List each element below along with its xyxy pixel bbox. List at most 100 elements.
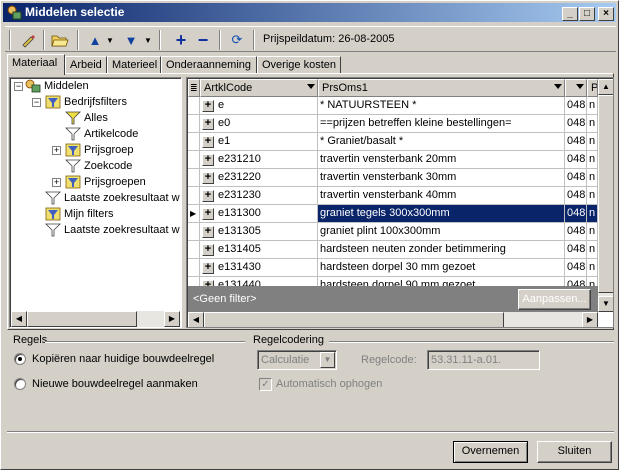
new-radio[interactable]: [14, 378, 26, 390]
column-chooser-icon[interactable]: ≣: [188, 79, 200, 97]
code-field[interactable]: 53.31.11-a.01.: [427, 350, 540, 370]
expand-row-icon[interactable]: +: [202, 190, 214, 202]
expand-row-icon[interactable]: +: [202, 154, 214, 166]
table-row[interactable]: + e131405 hardsteen neuten zonder betimmer…: [188, 241, 598, 259]
grid-horizontal-scrollbar[interactable]: ◀ ▶: [188, 312, 598, 327]
p-cell[interactable]: n: [587, 97, 598, 115]
tree-item-zoekcode[interactable]: Zoekcode: [65, 158, 132, 174]
table-row[interactable]: + e0 ==prijzen betreffen kleine bestelling…: [188, 115, 598, 133]
p-cell[interactable]: n: [587, 169, 598, 187]
description-cell[interactable]: graniet plint 100x300mm: [318, 223, 565, 241]
tree-item-laatste-zoekresultaat[interactable]: Laatste zoekresultaat w: [45, 190, 180, 206]
p-cell[interactable]: n: [587, 205, 598, 223]
code-cell[interactable]: + e131405: [200, 241, 318, 259]
open-folder-icon[interactable]: [49, 29, 71, 51]
new-option-label[interactable]: Nieuwe bouwdeelregel aanmaken: [32, 378, 198, 390]
table-row[interactable]: + e231230 travertin vensterbank 40mm 048 n: [188, 187, 598, 205]
add-icon[interactable]: +: [171, 29, 191, 51]
code-cell[interactable]: + e231220: [200, 169, 318, 187]
scroll-up-icon[interactable]: ▲: [598, 79, 613, 95]
move-up-icon[interactable]: ▲: [85, 29, 105, 51]
tab-arbeid[interactable]: Arbeid: [65, 56, 107, 74]
description-cell[interactable]: hardsteen neuten zonder betimmering: [318, 241, 565, 259]
group-cell[interactable]: 048: [565, 223, 587, 241]
group-cell[interactable]: 048: [565, 259, 587, 277]
copy-radio[interactable]: [14, 353, 26, 365]
tab-overige-kosten[interactable]: Overige kosten: [257, 56, 341, 74]
description-cell[interactable]: * NATUURSTEEN *: [318, 97, 565, 115]
table-row[interactable]: + e * NATUURSTEEN * 048 n: [188, 97, 598, 115]
expand-row-icon[interactable]: +: [202, 118, 214, 130]
table-row[interactable]: + e231210 travertin vensterbank 20mm 048 n: [188, 151, 598, 169]
tab-onderaanneming[interactable]: Onderaanneming: [161, 56, 257, 74]
code-cell[interactable]: + e131430: [200, 259, 318, 277]
table-row[interactable]: + e131305 graniet plint 100x300mm 048 n: [188, 223, 598, 241]
scroll-thumb[interactable]: [598, 95, 613, 293]
group-cell[interactable]: 048: [565, 241, 587, 259]
coding-type-select[interactable]: Calculatie ▼: [257, 350, 337, 370]
p-cell[interactable]: n: [587, 133, 598, 151]
maximize-button[interactable]: □: [579, 7, 595, 21]
expand-icon[interactable]: +: [52, 178, 61, 187]
scroll-down-icon[interactable]: ▼: [598, 296, 613, 312]
table-row[interactable]: + e131430 hardsteen dorpel 30 mm gezoet 048…: [188, 259, 598, 277]
auto-increment-checkbox[interactable]: ✓: [259, 378, 272, 391]
description-cell[interactable]: travertin vensterbank 20mm: [318, 151, 565, 169]
table-row[interactable]: + e1 * Graniet/basalt * 048 n: [188, 133, 598, 151]
minimize-button[interactable]: _: [562, 7, 578, 21]
group-cell[interactable]: 048: [565, 205, 587, 223]
p-cell[interactable]: n: [587, 115, 598, 133]
scroll-right-icon[interactable]: ▶: [164, 311, 180, 327]
code-cell[interactable]: + e131305: [200, 223, 318, 241]
code-cell[interactable]: + e231210: [200, 151, 318, 169]
expand-row-icon[interactable]: +: [202, 262, 214, 274]
scroll-left-icon[interactable]: ◀: [11, 311, 27, 327]
group-cell[interactable]: 048: [565, 97, 587, 115]
expand-row-icon[interactable]: +: [202, 208, 214, 220]
tree-item-laatste-zoekresultaat[interactable]: Laatste zoekresultaat w: [45, 222, 180, 238]
code-cell[interactable]: + e0: [200, 115, 318, 133]
description-cell[interactable]: * Graniet/basalt *: [318, 133, 565, 151]
group-cell[interactable]: 048: [565, 169, 587, 187]
chevron-down-icon[interactable]: ▼: [143, 29, 153, 51]
p-cell[interactable]: n: [587, 187, 598, 205]
group-cell[interactable]: 048: [565, 151, 587, 169]
code-cell[interactable]: + e231230: [200, 187, 318, 205]
refresh-icon[interactable]: ⟳: [227, 29, 247, 51]
expand-row-icon[interactable]: +: [202, 244, 214, 256]
copy-option-label[interactable]: Kopiëren naar huidige bouwdeelregel: [32, 353, 214, 365]
edit-pen-icon[interactable]: [17, 29, 39, 51]
p-cell[interactable]: n: [587, 223, 598, 241]
collapse-icon[interactable]: −: [32, 98, 41, 107]
p-cell[interactable]: n: [587, 259, 598, 277]
tree-item-middelen[interactable]: Middelen: [25, 78, 89, 94]
remove-icon[interactable]: −: [193, 29, 213, 51]
code-cell[interactable]: + e131300: [200, 205, 318, 223]
tab-materieel[interactable]: Materieel: [107, 56, 161, 74]
group-cell[interactable]: 048: [565, 115, 587, 133]
table-row[interactable]: ▶ + e131300 graniet tegels 300x300mm 048 n: [188, 205, 598, 223]
scroll-left-icon[interactable]: ◀: [188, 312, 204, 327]
code-cell[interactable]: + e1: [200, 133, 318, 151]
column-header-3[interactable]: [565, 79, 587, 97]
tree-item-prijsgroepen[interactable]: Prijsgroepen: [65, 174, 146, 190]
close-button[interactable]: Sluiten: [537, 441, 612, 463]
tree-item-artikelcode[interactable]: Artikelcode: [65, 126, 138, 142]
chevron-down-icon[interactable]: ▼: [105, 29, 115, 51]
expand-row-icon[interactable]: +: [202, 136, 214, 148]
column-header-artklcode[interactable]: ArtklCode: [200, 79, 318, 97]
tree-item-prijsgroep[interactable]: Prijsgroep: [65, 142, 134, 158]
expand-row-icon[interactable]: +: [202, 172, 214, 184]
description-cell[interactable]: hardsteen dorpel 30 mm gezoet: [318, 259, 565, 277]
auto-increment-label[interactable]: Automatisch ophogen: [276, 378, 382, 390]
tree-item-bedrijfsfilters[interactable]: Bedrijfsfilters: [45, 94, 127, 110]
grid-vertical-scrollbar[interactable]: ▲ ▼: [598, 79, 613, 312]
description-cell[interactable]: ==prijzen betreffen kleine bestellingen=: [318, 115, 565, 133]
customize-button[interactable]: Aanpassen...: [518, 289, 591, 310]
scroll-right-icon[interactable]: ▶: [582, 312, 598, 327]
expand-icon[interactable]: +: [52, 146, 61, 155]
scroll-thumb[interactable]: [27, 311, 137, 327]
description-cell[interactable]: travertin vensterbank 30mm: [318, 169, 565, 187]
move-down-icon[interactable]: ▼: [121, 29, 141, 51]
column-header-4[interactable]: P: [587, 79, 598, 97]
